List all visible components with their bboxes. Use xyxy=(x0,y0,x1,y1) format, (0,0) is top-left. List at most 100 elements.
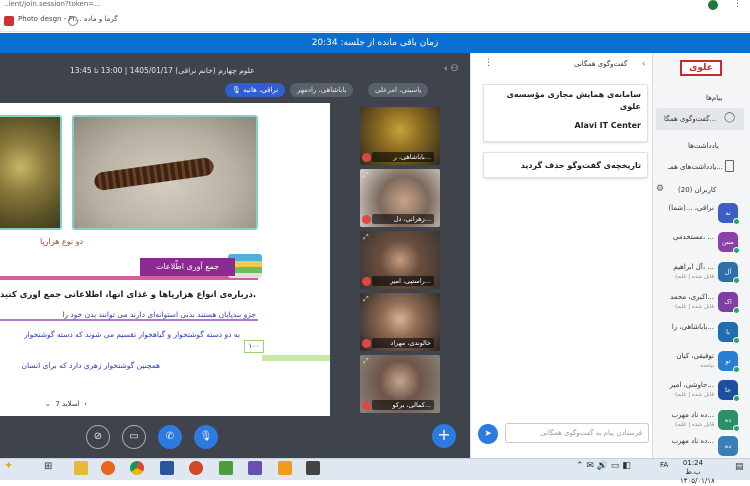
chat-title: گفت‌وگوی همگانی xyxy=(574,60,628,68)
start-icon[interactable]: ✦ xyxy=(4,459,13,472)
video-tile[interactable]: ⤢ کمالی، برکو... xyxy=(360,355,440,413)
clock-time: 01:24 ب.ظ xyxy=(682,459,704,476)
divider xyxy=(0,319,258,321)
mic-icon: 🎙 xyxy=(199,431,213,442)
slide-paragraph: جزو بندپایان هستند بدنی استوانه‌ای دارند… xyxy=(62,310,256,319)
user-role: (قابل شده | غلبه xyxy=(675,422,714,428)
mic-muted-icon xyxy=(362,215,371,224)
user-list-item[interactable]: توفیقی، کیان نیامده تو xyxy=(656,349,744,377)
settings-gear-icon[interactable]: ⚙ xyxy=(656,184,664,194)
word-icon[interactable] xyxy=(160,461,174,475)
presenter-name: نراقی، هانیه xyxy=(243,86,279,94)
slide-number: اسلاید 7 xyxy=(55,400,80,408)
user-name: توفیقی، کیان xyxy=(676,352,714,360)
divider xyxy=(262,355,330,361)
phone-icon: ✆ xyxy=(165,431,175,442)
leave-audio-button[interactable]: ✆ xyxy=(158,425,182,449)
slide-paragraph: همچنین گوشتخوار زهری دارد که برای انسان xyxy=(21,361,160,370)
camera-off-icon: ▭ xyxy=(129,431,139,442)
taskbar-clock[interactable]: 01:24 ب.ظ ۱۴۰۵/۰۱/۱۸ xyxy=(680,459,715,486)
slide-caption: دو نوع هزارپا xyxy=(40,237,84,246)
user-role: (قابل شده | غلبه xyxy=(675,304,714,310)
user-list-item[interactable]: اکبری، محمد... (قابل شده | غلبه اک xyxy=(656,290,744,318)
online-status-icon xyxy=(733,307,740,314)
firefox-icon[interactable] xyxy=(101,461,115,475)
user-list-item[interactable]: مستخدمی، ... مس xyxy=(656,230,744,258)
millipede-photo-2 xyxy=(72,115,258,230)
video-tile[interactable]: ⤢ خالوندی، مهراد xyxy=(360,293,440,351)
slide-paragraph: به دو دسته گوشتخوار و گیاهخوار تقسیم می … xyxy=(24,330,240,339)
prev-slide-icon[interactable]: ⌄ xyxy=(45,400,53,408)
video-tile[interactable]: باباشاهی، ر... xyxy=(360,107,440,165)
video-editor-icon[interactable] xyxy=(306,461,320,475)
user-role: (قابل شده | غلبه xyxy=(675,392,714,398)
online-status-icon xyxy=(733,425,740,432)
video-tile-name: زهرانی، دل... xyxy=(372,214,434,224)
task-view-icon[interactable]: ⊞ xyxy=(44,461,52,472)
talking-chip: یاسینی، امرعلی xyxy=(368,83,429,97)
slide-paragraph: درباره‌ی انواع هزارپاها و غذای آنها، اطّ… xyxy=(0,290,256,300)
expand-icon[interactable]: ⤢ xyxy=(363,171,369,180)
user-list-item[interactable]: باباشاهی، را... با xyxy=(656,320,744,348)
user-list-item[interactable]: ده ناد مهرب... (قابل شده | غلبه ده xyxy=(656,408,744,436)
user-name: ده ناد مهرب... xyxy=(671,437,714,445)
online-status-icon xyxy=(733,277,740,284)
expand-icon[interactable]: ⤢ xyxy=(363,233,369,242)
media-player-icon[interactable] xyxy=(189,461,203,475)
time-remaining-banner: زمان باقی مانده از جلسه: 20:34 xyxy=(0,33,750,53)
chat-message-input[interactable]: فرستادن پیام به گفت‌وگوی همگانی xyxy=(505,423,649,443)
camera-button[interactable]: ▭ xyxy=(122,425,146,449)
video-tile-name: خالوندی، مهراد xyxy=(372,338,434,348)
address-bar[interactable]: ..ient/join.session?token=... xyxy=(0,0,750,12)
expand-icon[interactable]: ⤢ xyxy=(363,357,369,366)
online-status-icon xyxy=(733,218,740,225)
visual-studio-icon[interactable] xyxy=(248,461,262,475)
user-avatar: ده xyxy=(718,436,738,456)
video-tile[interactable]: ⤢ زهرانی، دل... xyxy=(360,169,440,227)
user-list-item[interactable]: جاوشی، امیر... (قابل شده | غلبه جا xyxy=(656,378,744,406)
chat-options-icon[interactable]: ⋮ xyxy=(484,58,493,68)
shared-notes-label: یادداشت‌های همـ... xyxy=(668,163,724,171)
expand-icon[interactable]: ⤢ xyxy=(363,295,369,304)
number-box: ۱۰۰ xyxy=(244,340,264,353)
online-status-icon xyxy=(733,247,740,254)
send-icon: ➤ xyxy=(484,429,492,439)
mute-button[interactable]: 🎙 xyxy=(194,425,218,449)
file-explorer-icon[interactable] xyxy=(74,461,88,475)
slide-pager: ⌄ اسلاید 7 ‹ xyxy=(45,400,130,412)
bookmark-item[interactable]: گرما و ماده xyxy=(84,15,118,23)
user-list-item[interactable]: ده ناد مهرب... ده xyxy=(656,434,744,456)
screen-share-button[interactable]: ⊘ xyxy=(86,425,110,449)
next-slide-icon[interactable]: ‹ xyxy=(84,400,87,408)
user-list-item[interactable]: آل ابراهیم، ... (قابل شده | غلبه آل xyxy=(656,260,744,288)
send-button[interactable]: ➤ xyxy=(478,424,498,444)
app-icon[interactable] xyxy=(278,461,292,475)
mic-muted-icon xyxy=(362,277,371,286)
language-indicator[interactable]: FA xyxy=(660,461,668,469)
video-tile-name: باباشاهی، ر... xyxy=(372,152,434,162)
system-tray[interactable]: ⌃ ✉ 🔊 ▭ ◧ xyxy=(576,461,631,471)
mic-muted-icon xyxy=(362,401,371,410)
bookmark-favicon-icon xyxy=(4,16,14,26)
notes-icon xyxy=(725,160,734,172)
user-name: باباشاهی، را... xyxy=(671,323,714,331)
user-name: آل ابراهیم، ... xyxy=(673,263,714,271)
browser-menu-icon[interactable]: ⋮ xyxy=(733,0,742,9)
user-name: ده ناد مهرب... xyxy=(671,411,714,419)
profile-avatar-icon[interactable] xyxy=(708,0,718,10)
chat-close-icon[interactable]: ‹ xyxy=(642,59,645,68)
session-title: علوم چهارم (خانم نراقی) 1405/01/17 | 13:… xyxy=(70,66,255,75)
video-tile-name: کمالی، برکو... xyxy=(372,400,434,410)
user-name: نراقی، ...(شما) xyxy=(668,204,714,212)
notifications-icon[interactable]: ▤ xyxy=(735,462,744,472)
clock-date: ۱۴۰۵/۰۱/۱۸ xyxy=(680,477,715,485)
users-toggle-icon[interactable]: ‹ ⚇ xyxy=(444,64,459,74)
messages-heading: پیام‌ها xyxy=(706,94,723,102)
globe-icon xyxy=(68,16,78,26)
chrome-icon[interactable] xyxy=(130,461,144,475)
public-chat-label: گفت‌وگوی همگا... xyxy=(664,115,717,123)
user-list-item[interactable]: نراقی، ...(شما) نه xyxy=(656,201,744,229)
video-tile[interactable]: ⤢ راستپی، امیر... xyxy=(360,231,440,289)
app-icon[interactable] xyxy=(219,461,233,475)
actions-plus-button[interactable]: + xyxy=(432,424,456,448)
